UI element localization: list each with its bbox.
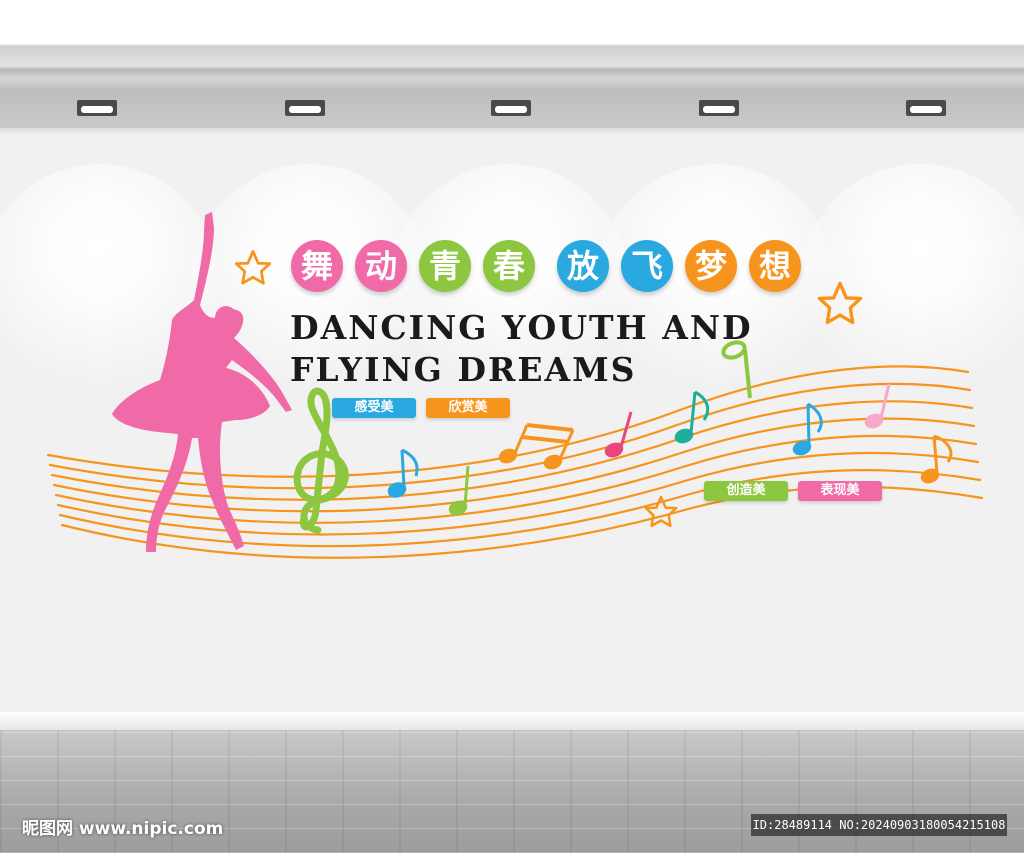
tag-feel-beauty: 感受美 — [332, 398, 416, 418]
english-title-line-1: DANCING YOUTH AND — [290, 308, 753, 347]
tag-appreciate-beauty: 欣赏美 — [426, 398, 510, 418]
title-char-6: 飞 — [621, 240, 673, 292]
music-note-icon — [498, 423, 575, 470]
image-id-watermark: ID:28489114 NO:20240903180054215108 — [751, 814, 1007, 836]
title-char-7: 梦 — [685, 240, 737, 292]
music-note-icon — [604, 411, 633, 458]
site-watermark: 昵图网 www.nipic.com — [22, 819, 224, 839]
music-note-icon — [864, 383, 891, 429]
title-char-5: 放 — [557, 240, 609, 292]
tag-express-beauty: 表现美 — [798, 481, 882, 501]
english-title-line-2: FLYING DREAMS — [290, 350, 637, 389]
title-char-4: 春 — [483, 240, 535, 292]
title-char-3: 青 — [419, 240, 471, 292]
music-note-icon — [387, 448, 419, 498]
title-char-1: 舞 — [291, 240, 343, 292]
music-note-icon — [920, 434, 953, 484]
title-char-8: 想 — [749, 240, 801, 292]
wall-artwork — [46, 212, 984, 559]
tag-create-beauty: 创造美 — [704, 481, 788, 501]
music-note-icon — [674, 390, 710, 444]
star-icon — [817, 281, 863, 325]
music-note-icon — [792, 402, 823, 456]
title-char-2: 动 — [355, 240, 407, 292]
star-icon — [234, 250, 272, 285]
